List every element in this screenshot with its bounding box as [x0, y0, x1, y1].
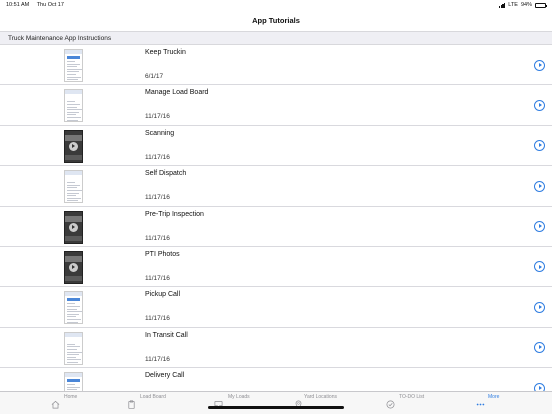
tab-label: Home — [64, 394, 78, 400]
tutorial-date: 11/17/16 — [145, 194, 170, 202]
status-date: Thu Oct 17 — [36, 2, 64, 8]
navigation-bar: App Tutorials — [0, 10, 552, 31]
more-dots-icon — [476, 396, 485, 406]
video-thumbnail[interactable] — [64, 331, 83, 365]
status-right: LTE 94% — [498, 2, 547, 8]
play-circle-icon[interactable] — [534, 180, 545, 192]
status-time: 10:51 AM — [6, 2, 30, 8]
play-circle-icon[interactable] — [534, 301, 545, 313]
tab-my-loads[interactable]: My Loads — [0, 392, 552, 414]
section-title: Truck Maintenance App Instructions — [8, 35, 112, 42]
list-item[interactable]: Keep Truckin 6/1/17 — [0, 45, 552, 86]
video-thumbnail[interactable] — [64, 291, 83, 325]
play-circle-icon[interactable] — [534, 221, 545, 233]
tab-bar: Home Load Board My Loads Yard Locations TO-D… — [0, 391, 552, 414]
list-item[interactable]: Manage Load Board 11/17/16 — [0, 85, 552, 126]
tutorial-title: Scanning — [145, 129, 175, 137]
status-network: LTE — [508, 2, 518, 8]
tutorial-title: Manage Load Board — [145, 89, 209, 97]
video-thumbnail[interactable] — [64, 250, 83, 284]
status-battery-percent: 94% — [520, 2, 532, 8]
tutorial-date: 11/17/16 — [145, 153, 170, 161]
tutorial-date: 11/17/16 — [145, 315, 170, 323]
tutorial-title: PTI Photos — [145, 250, 180, 258]
status-left: 10:51 AM Thu Oct 17 — [6, 2, 70, 8]
page-title: App Tutorials — [252, 16, 300, 25]
tutorial-title: In Transit Call — [145, 331, 188, 339]
section-header: Truck Maintenance App Instructions — [0, 31, 552, 45]
video-play-icon — [69, 222, 78, 232]
tab-to-do-list[interactable]: TO-DO List — [0, 392, 552, 414]
tutorial-title: Keep Truckin — [145, 49, 186, 56]
tab-home[interactable]: Home — [0, 392, 552, 414]
play-circle-icon[interactable] — [534, 59, 545, 71]
tutorial-title: Pickup Call — [145, 291, 181, 299]
tab-yard-locations[interactable]: Yard Locations — [0, 392, 552, 414]
video-play-icon — [69, 141, 78, 151]
list-item[interactable]: Pre-Trip Inspection 11/17/16 — [0, 207, 552, 247]
tutorial-date: 11/17/16 — [145, 274, 170, 282]
tutorial-date: 11/17/16 — [145, 234, 170, 242]
tab-more[interactable]: More — [0, 392, 552, 414]
tutorial-list[interactable]: Keep Truckin 6/1/17 Manage Load Board 11/17… — [0, 45, 552, 394]
tutorial-title: Pre-Trip Inspection — [145, 210, 204, 218]
home-icon — [51, 396, 60, 409]
play-circle-icon[interactable] — [534, 140, 545, 152]
map-pin-icon — [294, 396, 303, 410]
tab-load-board[interactable]: Load Board — [0, 392, 552, 414]
list-item[interactable]: Pickup Call 11/17/16 — [0, 287, 552, 328]
status-bar: 10:51 AM Thu Oct 17 LTE 94% — [0, 0, 552, 10]
tutorial-date: 11/17/16 — [145, 355, 170, 363]
video-thumbnail[interactable] — [64, 170, 83, 204]
list-item[interactable]: Self Dispatch 11/17/16 — [0, 166, 552, 207]
video-thumbnail[interactable] — [64, 129, 83, 163]
battery-icon — [535, 2, 547, 8]
tab-label: My Loads — [228, 394, 250, 400]
home-indicator[interactable] — [208, 406, 344, 409]
tab-label: Yard Locations — [304, 394, 337, 400]
tab-label: TO-DO List — [399, 394, 425, 400]
video-play-icon — [69, 262, 78, 272]
checklist-icon — [386, 396, 395, 409]
tutorial-date: 11/17/16 — [145, 113, 170, 121]
tutorial-title: Self Dispatch — [145, 170, 187, 178]
play-circle-icon[interactable] — [534, 342, 545, 354]
tutorial-title: Delivery Call — [145, 372, 185, 380]
play-circle-icon[interactable] — [534, 99, 545, 111]
inbox-icon — [214, 396, 223, 409]
video-thumbnail[interactable] — [64, 89, 83, 123]
play-circle-icon[interactable] — [534, 261, 545, 273]
clipboard-icon — [127, 396, 136, 409]
video-thumbnail[interactable] — [64, 210, 83, 244]
cellular-signal-icon — [498, 3, 506, 8]
video-thumbnail[interactable] — [64, 49, 83, 82]
tab-label: Load Board — [140, 394, 166, 400]
list-item[interactable]: PTI Photos 11/17/16 — [0, 247, 552, 288]
tutorial-date: 6/1/17 — [145, 73, 164, 80]
tab-label: More — [488, 394, 500, 400]
list-item[interactable]: Scanning 11/17/16 — [0, 126, 552, 167]
list-item[interactable]: In Transit Call 11/17/16 — [0, 328, 552, 369]
